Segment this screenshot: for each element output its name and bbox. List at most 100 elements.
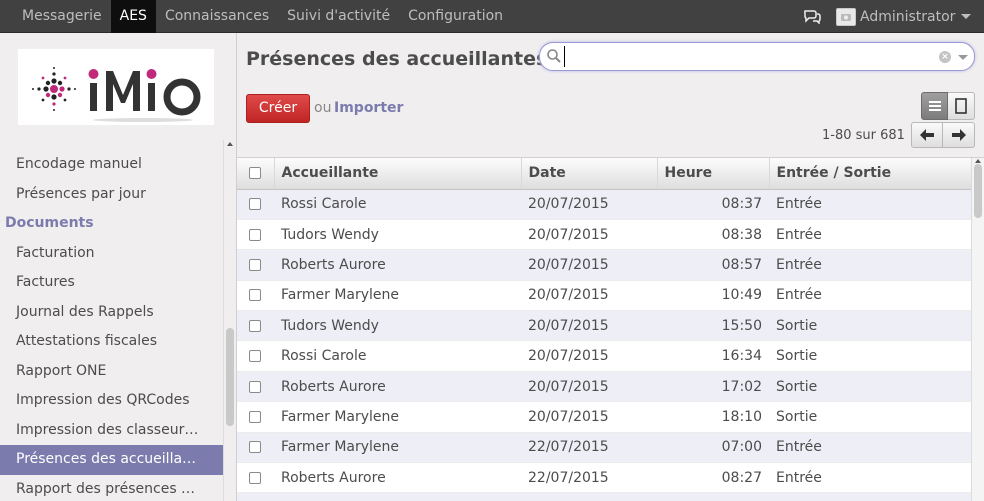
top-menu-item-configuration[interactable]: Configuration: [399, 0, 512, 33]
cell-accueillante: Farmer Marylene: [274, 432, 521, 464]
row-checkbox-cell[interactable]: [237, 310, 274, 342]
form-view-button[interactable]: [948, 92, 975, 120]
table-scrollbar-thumb[interactable]: [974, 164, 982, 218]
cell-entree-sortie: Entrée: [769, 249, 971, 281]
row-checkbox[interactable]: [249, 258, 261, 271]
cell-heure: 17:02: [657, 371, 769, 403]
sidebar-item-facturation[interactable]: Facturation: [0, 239, 224, 269]
sidebar-item-rapport-des-presences[interactable]: Rapport des présences …: [0, 475, 224, 501]
clear-search-icon[interactable]: ×: [939, 51, 951, 63]
row-checkbox[interactable]: [249, 319, 261, 332]
top-menu-item-suivi-d-activit[interactable]: Suivi d'activité: [278, 0, 399, 33]
row-checkbox[interactable]: [249, 380, 261, 393]
search-options-chevron-icon[interactable]: [958, 55, 968, 60]
select-all-checkbox-cell[interactable]: [237, 158, 275, 190]
company-logo[interactable]: [18, 49, 214, 125]
form-view-icon: [955, 98, 967, 114]
row-checkbox-cell[interactable]: [237, 492, 274, 501]
cell-date: 20/07/2015: [521, 401, 657, 433]
row-checkbox-cell[interactable]: [237, 340, 274, 372]
top-menu-item-aes[interactable]: AES: [110, 0, 156, 33]
row-checkbox-cell[interactable]: [237, 401, 274, 433]
top-menu: Messagerie AES Connaissances Suivi d'activi…: [13, 0, 512, 33]
sidebar-menu: Encodage manuel Présences par jour Documen…: [0, 150, 224, 501]
column-header-entree-sortie[interactable]: Entrée / Sortie: [769, 158, 971, 190]
cell-accueillante: Roberts Aurore: [274, 371, 521, 403]
top-menu-item-messagerie[interactable]: Messagerie: [13, 0, 111, 33]
sidebar-item-attestations-fiscales[interactable]: Attestations fiscales: [0, 327, 224, 357]
select-all-checkbox[interactable]: [249, 167, 261, 180]
row-checkbox-cell[interactable]: [237, 371, 274, 403]
user-name[interactable]: Administrator: [860, 9, 955, 25]
sidebar-section-documents: Documents: [5, 215, 94, 231]
sidebar-item-impression-des-classeur[interactable]: Impression des classeur…: [0, 416, 224, 446]
sidebar-item-factures[interactable]: Factures: [0, 268, 224, 298]
scroll-up-arrow-icon[interactable]: [975, 159, 981, 163]
column-header-date[interactable]: Date: [521, 158, 658, 190]
arrow-right-icon: [951, 129, 966, 141]
table-row[interactable]: Tudors Wendy 20/07/2015 15:50 Sortie: [237, 310, 971, 342]
control-panel: Présences des accueillantes × Créer ou I…: [237, 33, 984, 158]
row-checkbox-cell[interactable]: [237, 432, 274, 464]
row-checkbox-cell[interactable]: [237, 189, 274, 220]
scroll-up-arrow-icon[interactable]: [227, 142, 233, 146]
search-input[interactable]: [564, 46, 934, 67]
row-checkbox-cell[interactable]: [237, 280, 274, 312]
row-checkbox[interactable]: [249, 471, 261, 484]
column-header-heure[interactable]: Heure: [657, 158, 770, 190]
create-button[interactable]: Créer: [246, 94, 310, 123]
sidebar-item-rapport-one[interactable]: Rapport ONE: [0, 357, 224, 387]
row-checkbox-cell[interactable]: [237, 249, 274, 281]
chat-bubbles-icon[interactable]: [803, 9, 821, 24]
table-row[interactable]: Farmer Marylene 20/07/2015 18:10 Sortie: [237, 401, 971, 433]
sidebar: Encodage manuel Présences par jour Documen…: [0, 33, 237, 501]
chevron-down-icon[interactable]: [961, 14, 972, 19]
sidebar-item-presences-par-jour[interactable]: Présences par jour: [0, 180, 224, 210]
import-link[interactable]: Importer: [334, 100, 403, 116]
user-menu[interactable]: Administrator: [836, 0, 972, 33]
cell-accueillante: Farmer Marylene: [274, 401, 521, 433]
list-view-button[interactable]: [921, 92, 948, 120]
table-row[interactable]: Roberts Aurore 20/07/2015 08:57 Entrée: [237, 249, 971, 281]
row-checkbox-cell[interactable]: [237, 219, 274, 251]
cell-date: 20/07/2015: [521, 249, 657, 281]
table-row[interactable]: [237, 492, 971, 501]
top-menu-item-connaissances[interactable]: Connaissances: [156, 0, 278, 33]
pager-next-button[interactable]: [943, 122, 975, 148]
sidebar-scrollbar-thumb[interactable]: [226, 328, 234, 426]
row-checkbox[interactable]: [249, 410, 261, 423]
table-row[interactable]: Farmer Marylene 20/07/2015 10:49 Entrée: [237, 280, 971, 312]
page-title: Présences des accueillantes: [246, 48, 548, 70]
sidebar-item-presences-des-accueilla[interactable]: Présences des accueilla…: [0, 445, 224, 475]
pager-previous-button[interactable]: [911, 122, 943, 148]
sidebar-item-impression-des-qrcodes[interactable]: Impression des QRCodes: [0, 386, 224, 416]
arrow-left-icon: [920, 129, 934, 141]
cell-date: 20/07/2015: [521, 371, 657, 403]
table-row[interactable]: Roberts Aurore 22/07/2015 08:27 Entrée: [237, 462, 971, 494]
cell-date: 22/07/2015: [521, 462, 657, 494]
row-checkbox[interactable]: [249, 198, 261, 211]
table-scrollbar[interactable]: [971, 158, 984, 501]
cell-entree-sortie: Entrée: [769, 219, 971, 251]
table-row[interactable]: Rossi Carole 20/07/2015 08:37 Entrée: [237, 189, 971, 220]
top-navbar: Messagerie AES Connaissances Suivi d'activi…: [0, 0, 984, 33]
table-row[interactable]: Tudors Wendy 20/07/2015 08:38 Entrée: [237, 219, 971, 251]
table-row[interactable]: Farmer Marylene 22/07/2015 07:00 Entrée: [237, 432, 971, 464]
row-checkbox[interactable]: [249, 228, 261, 241]
sidebar-item-journal-des-rappels[interactable]: Journal des Rappels: [0, 298, 224, 328]
avatar: [836, 7, 856, 26]
row-checkbox[interactable]: [249, 350, 261, 363]
column-header-accueillante[interactable]: Accueillante: [274, 158, 522, 190]
row-checkbox-cell[interactable]: [237, 462, 274, 494]
cell-heure: 08:27: [657, 462, 769, 494]
sidebar-scrollbar[interactable]: [223, 140, 236, 501]
search-box[interactable]: ×: [539, 42, 975, 71]
table-row[interactable]: Roberts Aurore 20/07/2015 17:02 Sortie: [237, 371, 971, 403]
row-checkbox[interactable]: [249, 289, 261, 302]
cell-entree-sortie: Sortie: [769, 310, 971, 342]
table-row[interactable]: Rossi Carole 20/07/2015 16:34 Sortie: [237, 340, 971, 372]
cell-heure: 18:10: [657, 401, 769, 433]
sidebar-item-encodage-manuel[interactable]: Encodage manuel: [0, 150, 224, 180]
row-checkbox[interactable]: [249, 441, 261, 454]
pager-value[interactable]: 1-80 sur 681: [822, 128, 905, 143]
